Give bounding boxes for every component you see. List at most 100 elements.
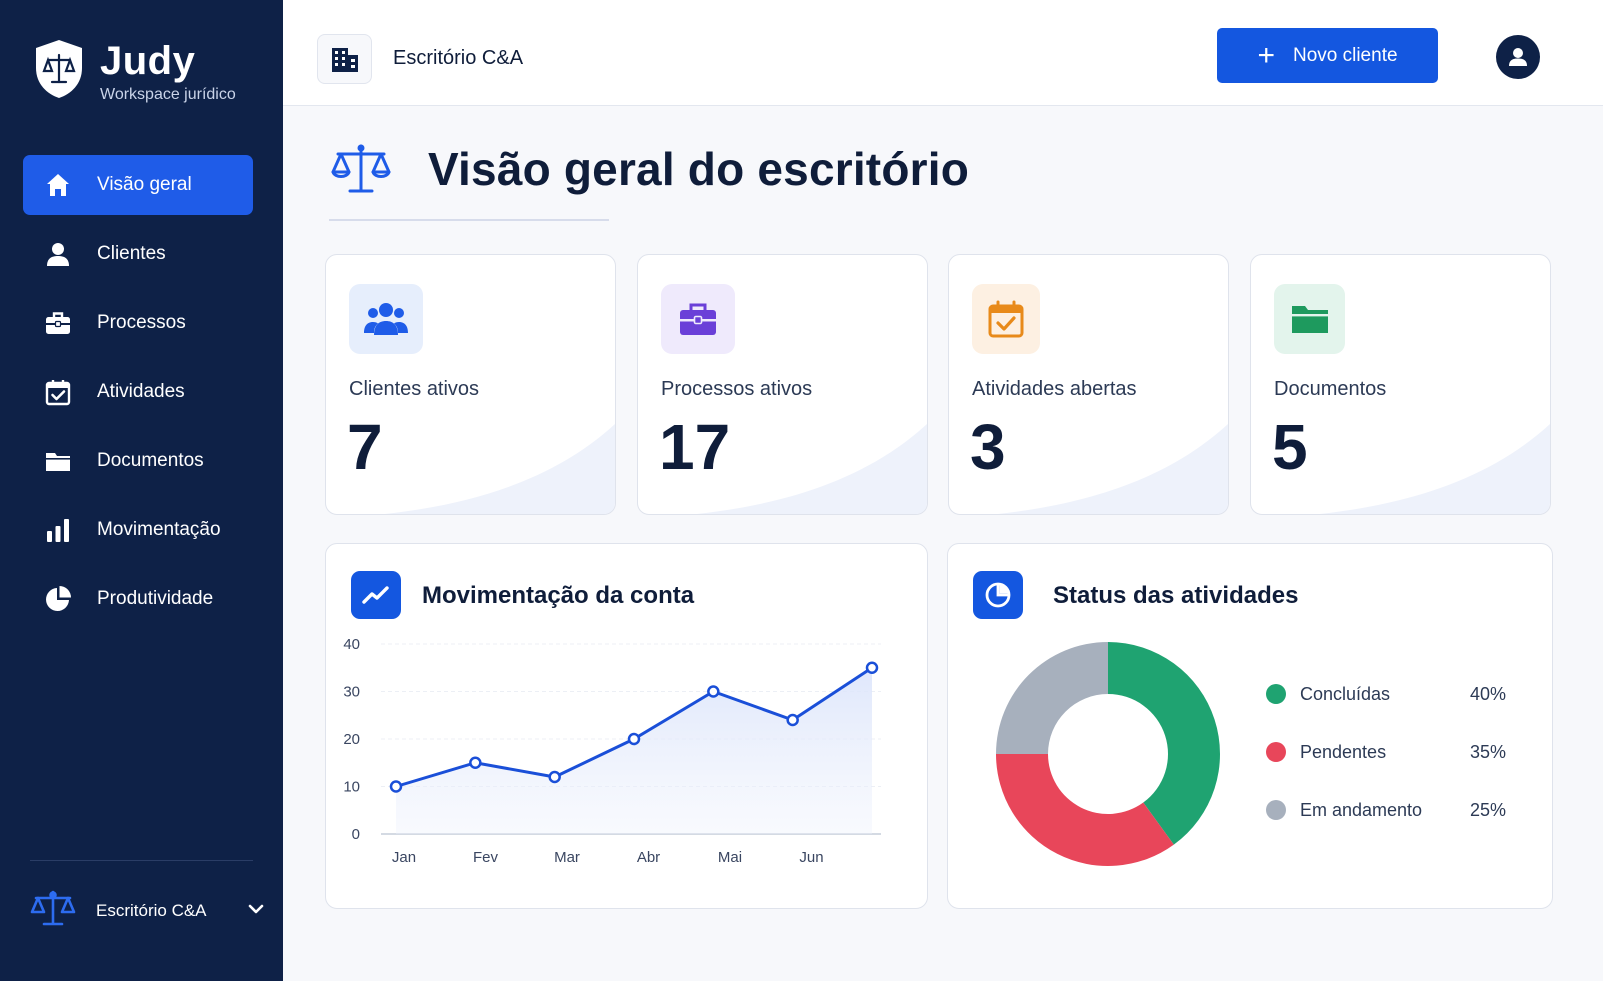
brand[interactable]: Judy Workspace jurídico xyxy=(32,38,236,104)
panel-title: Movimentação da conta xyxy=(422,582,695,609)
folder-icon xyxy=(43,446,73,476)
sidebar-item-visao-geral[interactable]: Visão geral xyxy=(23,155,253,215)
stat-value: 7 xyxy=(347,411,383,483)
stat-card-clientes[interactable]: Clientes ativos 7 xyxy=(325,254,616,515)
user-icon xyxy=(43,239,73,269)
legend-value: 35% xyxy=(1469,741,1506,762)
x-tick-label: Jan xyxy=(392,849,416,866)
decorative-wave xyxy=(1320,424,1550,514)
legend-label: Pendentes xyxy=(1300,741,1387,762)
user-avatar[interactable] xyxy=(1496,35,1540,79)
user-icon xyxy=(1509,48,1527,66)
home-icon xyxy=(43,170,73,200)
office-switcher-label: Escritório C&A xyxy=(96,901,207,920)
legend-dot xyxy=(1266,742,1286,762)
legend-item-concluidas: Concluídas 40% xyxy=(1266,679,1506,709)
x-tick-label: Jun xyxy=(799,849,823,866)
data-point xyxy=(786,713,799,727)
office-badge xyxy=(317,34,372,84)
stat-label: Atividades abertas xyxy=(972,378,1137,400)
pie-chart-icon xyxy=(43,584,73,614)
stat-value: 17 xyxy=(659,411,731,483)
scales-icon xyxy=(30,889,76,934)
briefcase-icon xyxy=(43,308,73,338)
data-point xyxy=(389,780,403,793)
page-title: Visão geral do escritório xyxy=(428,143,970,195)
y-tick-label: 10 xyxy=(343,779,360,796)
x-tick-label: Abr xyxy=(637,849,660,866)
sidebar-item-label: Atividades xyxy=(97,381,185,402)
sidebar-item-produtividade[interactable]: Produtividade xyxy=(23,569,253,629)
stat-value: 5 xyxy=(1272,411,1308,483)
decorative-wave xyxy=(697,424,927,514)
users-icon xyxy=(349,284,423,354)
scales-icon xyxy=(331,144,391,193)
calendar-check-icon xyxy=(43,377,73,407)
bar-chart-icon xyxy=(43,515,73,545)
sidebar-item-documentos[interactable]: Documentos xyxy=(23,431,253,491)
stat-label: Processos ativos xyxy=(661,378,813,400)
y-tick-label: 0 xyxy=(352,826,360,843)
page-header: Visão geral do escritório xyxy=(330,140,969,198)
line-area xyxy=(396,667,872,834)
briefcase-icon xyxy=(661,284,735,354)
legend-label: Concluídas xyxy=(1300,683,1391,704)
title-underline xyxy=(329,219,609,221)
trending-up-icon xyxy=(351,571,401,619)
sidebar-item-label: Movimentação xyxy=(97,519,221,540)
movement-panel: Movimentação da conta 0 10 20 30 40 Jan Fev Mar… xyxy=(325,543,928,909)
stat-card-atividades[interactable]: Atividades abertas 3 xyxy=(948,254,1229,515)
sidebar-item-label: Produtividade xyxy=(97,588,214,609)
donut-slice xyxy=(996,642,1108,754)
data-point xyxy=(707,685,720,698)
sidebar-item-label: Clientes xyxy=(97,243,166,264)
plus-icon: + xyxy=(1257,38,1275,72)
office-switcher[interactable]: Escritório C&A xyxy=(30,884,265,938)
legend-item-em-andamento: Em andamento 25% xyxy=(1266,795,1506,825)
status-panel: Status das atividades Concluídas 40% Pen… xyxy=(947,543,1553,909)
sidebar-item-processos[interactable]: Processos xyxy=(23,293,253,353)
shield-scales-logo-icon xyxy=(36,40,82,98)
pie-chart-icon xyxy=(973,571,1023,619)
stat-value: 3 xyxy=(970,411,1006,483)
decorative-wave xyxy=(385,424,615,514)
y-tick-label: 40 xyxy=(343,636,360,653)
panel-title: Status das atividades xyxy=(1053,582,1299,609)
data-point xyxy=(865,661,879,674)
sidebar: Judy Workspace jurídico Visão geral Clie… xyxy=(0,0,283,981)
sidebar-nav: Visão geral Clientes Processos Atividade… xyxy=(23,155,253,638)
legend-item-pendentes: Pendentes 35% xyxy=(1266,737,1506,767)
x-tick-label: Fev xyxy=(473,849,499,866)
sidebar-item-atividades[interactable]: Atividades xyxy=(23,362,253,422)
x-tick-label: Mai xyxy=(718,849,742,866)
sidebar-item-label: Documentos xyxy=(97,450,204,471)
stat-card-processos[interactable]: Processos ativos 17 xyxy=(637,254,928,515)
data-point xyxy=(469,756,482,769)
legend-dot xyxy=(1266,684,1286,704)
legend-label: Em andamento xyxy=(1300,799,1423,820)
sidebar-item-movimentacao[interactable]: Movimentação xyxy=(23,500,253,560)
building-icon xyxy=(331,48,358,72)
brand-subtitle: Workspace jurídico xyxy=(100,86,236,103)
stat-label: Documentos xyxy=(1274,378,1387,400)
new-client-label: Novo cliente xyxy=(1292,44,1398,66)
brand-name: Judy xyxy=(100,39,196,83)
donut-slice xyxy=(996,754,1174,866)
decorative-wave xyxy=(998,424,1228,514)
y-tick-label: 30 xyxy=(343,684,360,701)
calendar-check-icon xyxy=(972,284,1040,354)
sidebar-item-clientes[interactable]: Clientes xyxy=(23,224,253,284)
new-client-button[interactable]: + Novo cliente xyxy=(1217,28,1438,83)
stat-label: Clientes ativos xyxy=(349,378,480,400)
top-header: Escritório C&A + Novo cliente xyxy=(283,0,1603,106)
stat-card-documentos[interactable]: Documentos 5 xyxy=(1250,254,1551,515)
sidebar-item-label: Visão geral xyxy=(97,174,192,195)
legend-dot xyxy=(1266,800,1286,820)
y-tick-label: 20 xyxy=(343,731,360,748)
legend-value: 25% xyxy=(1469,799,1506,820)
x-tick-label: Mar xyxy=(554,849,580,866)
header-office-name: Escritório C&A xyxy=(393,47,524,69)
data-point xyxy=(548,770,561,784)
legend-value: 40% xyxy=(1469,683,1506,704)
data-point xyxy=(627,732,641,746)
